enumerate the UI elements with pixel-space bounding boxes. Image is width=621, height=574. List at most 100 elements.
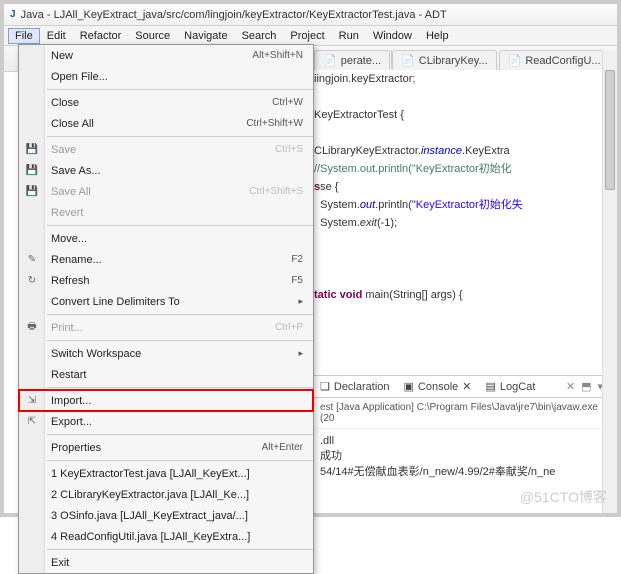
- code-editor[interactable]: iingjoin.keyExtractor; KeyExtractorTest …: [314, 70, 609, 380]
- menu-item-icon: 🖶: [24, 320, 40, 336]
- menu-item-icon: 💾: [24, 184, 40, 200]
- menu-item-move[interactable]: Move...: [19, 228, 313, 249]
- logcat-icon: ▤: [486, 380, 496, 393]
- watermark: @51CTO博客: [520, 487, 607, 507]
- scrollbar-thumb[interactable]: [605, 70, 615, 190]
- window-title: Java - LJAll_KeyExtract_java/src/com/lin…: [21, 9, 447, 21]
- menu-item-label: Exit: [51, 557, 69, 569]
- tab-declaration[interactable]: ❏Declaration: [320, 380, 390, 393]
- menu-item-label: Close All: [51, 118, 94, 130]
- menu-help[interactable]: Help: [419, 28, 456, 44]
- console-tool-icon[interactable]: ⬒: [581, 380, 591, 393]
- menu-item-label: Print...: [51, 322, 83, 334]
- menu-item-open-file[interactable]: Open File...: [19, 66, 313, 87]
- menu-item-label: Save: [51, 144, 76, 156]
- vertical-scrollbar[interactable]: [602, 50, 617, 513]
- menu-file[interactable]: File: [8, 28, 40, 44]
- menu-item-revert: Revert: [19, 202, 313, 223]
- submenu-arrow-icon: ▸: [298, 348, 303, 359]
- menu-item-label: Close: [51, 97, 79, 109]
- menu-item-label: Save All: [51, 186, 91, 198]
- menu-item-restart[interactable]: Restart: [19, 364, 313, 385]
- menu-item-icon: 💾: [24, 163, 40, 179]
- menu-shortcut: Alt+Enter: [262, 442, 303, 453]
- java-file-icon: 📄: [323, 54, 337, 67]
- menu-item-icon: ⇱: [24, 414, 40, 430]
- menu-item-label: Restart: [51, 369, 86, 381]
- menu-item-label: 2 CLibraryKeyExtractor.java [LJAll_Ke...…: [51, 489, 249, 501]
- menu-item-label: New: [51, 50, 73, 62]
- menu-item-save-all: 💾 Save All Ctrl+Shift+S: [19, 181, 313, 202]
- console-icon: ▣: [404, 380, 414, 393]
- menu-shortcut: Ctrl+S: [275, 144, 303, 155]
- submenu-arrow-icon: ▸: [298, 296, 303, 307]
- menu-navigate[interactable]: Navigate: [177, 28, 234, 44]
- menu-item-1-keyextractortest-java-ljall-keyext[interactable]: 1 KeyExtractorTest.java [LJAll_KeyExt...…: [19, 463, 313, 484]
- title-bar: J Java - LJAll_KeyExtract_java/src/com/l…: [4, 4, 617, 26]
- menu-item-label: Open File...: [51, 71, 108, 83]
- menu-item-icon: ✎: [24, 252, 40, 268]
- menu-item-rename[interactable]: ✎Rename...F2: [19, 249, 313, 270]
- menu-item-label: Revert: [51, 207, 83, 219]
- console-tabs: ❏Declaration ▣Console ✕ ▤LogCat ✕ ⬒ ▾: [314, 376, 609, 398]
- menu-shortcut: Ctrl+Shift+W: [246, 118, 303, 129]
- menu-item-print: 🖶 Print... Ctrl+P: [19, 317, 313, 338]
- menu-item-close-all[interactable]: Close All Ctrl+Shift+W: [19, 113, 313, 134]
- console-tool-icon[interactable]: ✕: [566, 380, 575, 393]
- menu-run[interactable]: Run: [332, 28, 366, 44]
- tab-console[interactable]: ▣Console ✕: [404, 380, 472, 393]
- editor-tabs: 📄perate... 📄CLibraryKey... 📄ReadConfigU.…: [314, 48, 607, 70]
- menu-shortcut: Ctrl+W: [272, 97, 303, 108]
- console-output[interactable]: .dll 成功 54/14#无偿献血表彰/n_new/4.99/2#奉献奖/n_…: [314, 429, 609, 485]
- menu-item-import[interactable]: ⇲ Import...: [19, 390, 313, 411]
- menu-project[interactable]: Project: [283, 28, 331, 44]
- java-file-icon: 📄: [401, 54, 415, 67]
- file-menu-dropdown: NewAlt+Shift+NOpen File...CloseCtrl+WClo…: [18, 44, 314, 574]
- java-file-icon: 📄: [508, 54, 522, 67]
- menu-shortcut: Ctrl+Shift+S: [249, 186, 303, 197]
- menu-item-close[interactable]: Close Ctrl+W: [19, 92, 313, 113]
- menu-item-label: 3 OSinfo.java [LJAll_KeyExtract_java/...…: [51, 510, 248, 522]
- menu-item-label: Save As...: [51, 165, 101, 177]
- menu-item-label: Convert Line Delimiters To: [51, 296, 180, 308]
- menu-item-label: 4 ReadConfigUtil.java [LJAll_KeyExtra...…: [51, 531, 250, 543]
- menu-item-export[interactable]: ⇱ Export...: [19, 411, 313, 432]
- menu-item-label: 1 KeyExtractorTest.java [LJAll_KeyExt...…: [51, 468, 250, 480]
- menu-item-save: 💾 Save Ctrl+S: [19, 139, 313, 160]
- tab-clibrary[interactable]: 📄CLibraryKey...: [392, 50, 497, 70]
- console-process-info: est [Java Application] C:\Program Files\…: [314, 398, 609, 429]
- menu-item-4-readconfigutil-java-ljall-keyextra[interactable]: 4 ReadConfigUtil.java [LJAll_KeyExtra...…: [19, 526, 313, 547]
- menu-item-properties[interactable]: Properties Alt+Enter: [19, 437, 313, 458]
- menu-item-label: Import...: [51, 395, 91, 407]
- menu-item-icon: ⇲: [24, 393, 40, 409]
- menu-bar[interactable]: File Edit Refactor Source Navigate Searc…: [4, 26, 617, 46]
- menu-window[interactable]: Window: [366, 28, 419, 44]
- menu-item-label: Export...: [51, 416, 92, 428]
- menu-item-new[interactable]: NewAlt+Shift+N: [19, 45, 313, 66]
- menu-item-icon: 💾: [24, 142, 40, 158]
- tab-logcat[interactable]: ▤LogCat: [486, 380, 536, 393]
- menu-item-convert-line-delimiters-to[interactable]: Convert Line Delimiters To ▸: [19, 291, 313, 312]
- menu-search[interactable]: Search: [235, 28, 284, 44]
- menu-item-icon: ↻: [24, 273, 40, 289]
- menu-item-exit[interactable]: Exit: [19, 552, 313, 573]
- declaration-icon: ❏: [320, 380, 330, 393]
- menu-item-3-osinfo-java-ljall-keyextract-java[interactable]: 3 OSinfo.java [LJAll_KeyExtract_java/...…: [19, 505, 313, 526]
- menu-source[interactable]: Source: [128, 28, 177, 44]
- menu-shortcut: Ctrl+P: [275, 322, 303, 333]
- java-icon: J: [10, 9, 16, 20]
- menu-item-refresh[interactable]: ↻RefreshF5: [19, 270, 313, 291]
- menu-item-label: Switch Workspace: [51, 348, 141, 360]
- menu-shortcut: F5: [291, 275, 303, 286]
- menu-item-label: Properties: [51, 442, 101, 454]
- menu-item-save-as[interactable]: 💾 Save As...: [19, 160, 313, 181]
- menu-edit[interactable]: Edit: [40, 28, 73, 44]
- menu-item-switch-workspace[interactable]: Switch Workspace ▸: [19, 343, 313, 364]
- tab-operate[interactable]: 📄perate...: [314, 50, 390, 70]
- menu-item-2-clibrarykeyextractor-java-ljall-ke[interactable]: 2 CLibraryKeyExtractor.java [LJAll_Ke...…: [19, 484, 313, 505]
- menu-item-label: Rename...: [51, 254, 102, 266]
- menu-item-label: Move...: [51, 233, 87, 245]
- console-panel: ❏Declaration ▣Console ✕ ▤LogCat ✕ ⬒ ▾ es…: [314, 375, 609, 505]
- tab-readconfig[interactable]: 📄ReadConfigU...: [499, 50, 607, 70]
- menu-refactor[interactable]: Refactor: [73, 28, 129, 44]
